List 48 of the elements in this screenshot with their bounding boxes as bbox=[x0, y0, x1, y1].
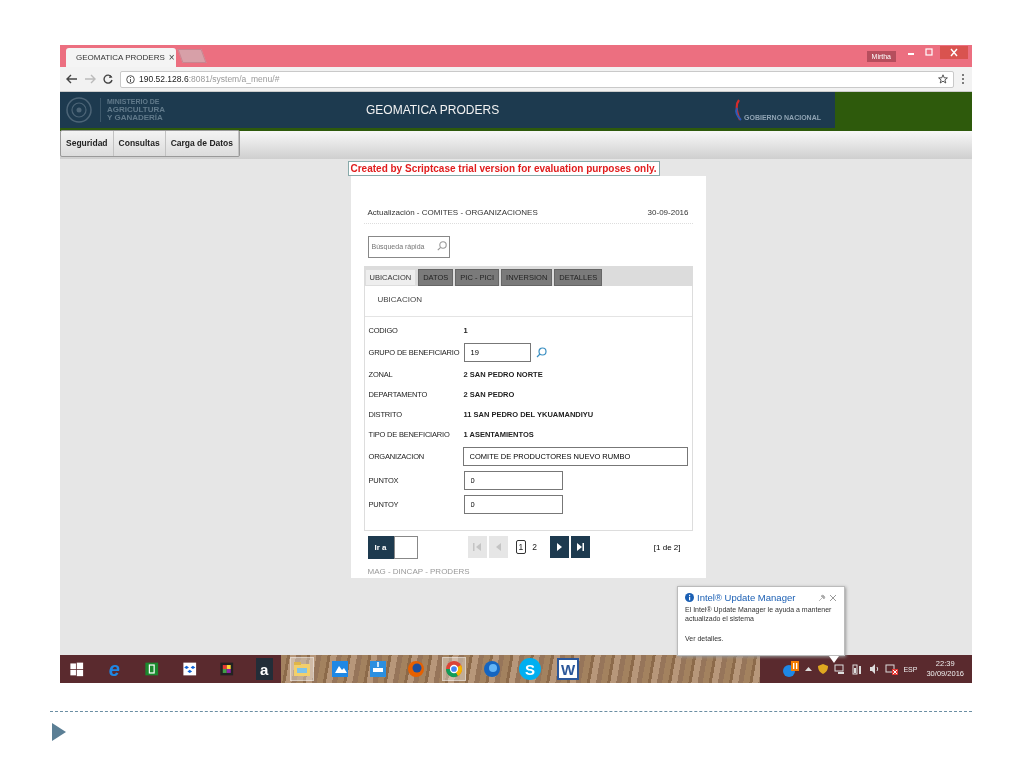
go-to-button[interactable]: Ir a bbox=[367, 535, 394, 559]
reload-icon[interactable] bbox=[102, 74, 114, 84]
monitor-icon[interactable] bbox=[834, 663, 847, 675]
last-page-icon[interactable] bbox=[570, 536, 590, 558]
bullet-triangle-icon bbox=[52, 723, 66, 741]
info-icon bbox=[685, 593, 694, 602]
shield-icon[interactable] bbox=[817, 663, 830, 675]
page-number-field[interactable] bbox=[393, 535, 418, 559]
back-icon[interactable] bbox=[66, 74, 78, 84]
browser-icon[interactable] bbox=[405, 658, 427, 680]
info-icon bbox=[126, 74, 135, 84]
section-heading: UBICACION bbox=[364, 285, 692, 317]
menu-item[interactable]: Seguridad bbox=[61, 131, 114, 156]
menu-item[interactable]: Carga de Datos bbox=[165, 131, 239, 156]
shopping-app-icon[interactable]: a bbox=[255, 658, 273, 680]
tab-title: GEOMATICA PRODERS bbox=[76, 53, 165, 62]
cloud-icon[interactable] bbox=[329, 658, 351, 680]
browser-tab[interactable]: GEOMATICA PRODERS × bbox=[66, 48, 176, 67]
next-page-icon[interactable] bbox=[549, 536, 569, 558]
menu-icon[interactable] bbox=[960, 73, 966, 85]
star-icon[interactable] bbox=[938, 74, 948, 84]
trial-notice: Created by Scriptcase trial version for evaluation purposes only. bbox=[347, 161, 660, 176]
document-app-icon[interactable]: W bbox=[557, 658, 579, 680]
page-link[interactable]: 1 bbox=[515, 540, 527, 554]
browser-icon[interactable] bbox=[481, 658, 503, 680]
speaker-icon[interactable] bbox=[868, 663, 881, 675]
search-icon[interactable] bbox=[436, 241, 447, 251]
footer-text: MAG - DINCAP - PRODERS bbox=[367, 566, 471, 576]
close-icon[interactable] bbox=[829, 593, 837, 602]
form-date: 30-09-2016 bbox=[647, 208, 689, 217]
address-field[interactable]: 190.52.128.6:8081/system/a_menu/# bbox=[120, 70, 954, 88]
page-count: [1 de 2] bbox=[653, 542, 681, 552]
menu-item[interactable]: Consultas bbox=[113, 131, 166, 156]
app-title: GEOMATICA PRODERS bbox=[366, 103, 501, 117]
emblem-icon bbox=[66, 97, 92, 123]
alert-icon[interactable] bbox=[782, 660, 801, 678]
flag-swoosh-icon bbox=[733, 99, 743, 121]
caret-icon[interactable] bbox=[805, 666, 813, 672]
browser-icon[interactable] bbox=[443, 658, 465, 680]
page-link[interactable]: 2 bbox=[529, 540, 540, 554]
battery-icon[interactable] bbox=[851, 663, 864, 675]
notification-title: Intel® Update Manager bbox=[697, 592, 796, 603]
network-icon[interactable] bbox=[367, 658, 389, 680]
close-icon[interactable] bbox=[940, 46, 968, 59]
tab-close-button[interactable]: × bbox=[168, 52, 175, 63]
network-off-icon[interactable] bbox=[885, 663, 899, 675]
form-title: Actualización - COMITES - ORGANIZACIONES bbox=[367, 208, 538, 217]
search-icon[interactable] bbox=[535, 346, 547, 358]
